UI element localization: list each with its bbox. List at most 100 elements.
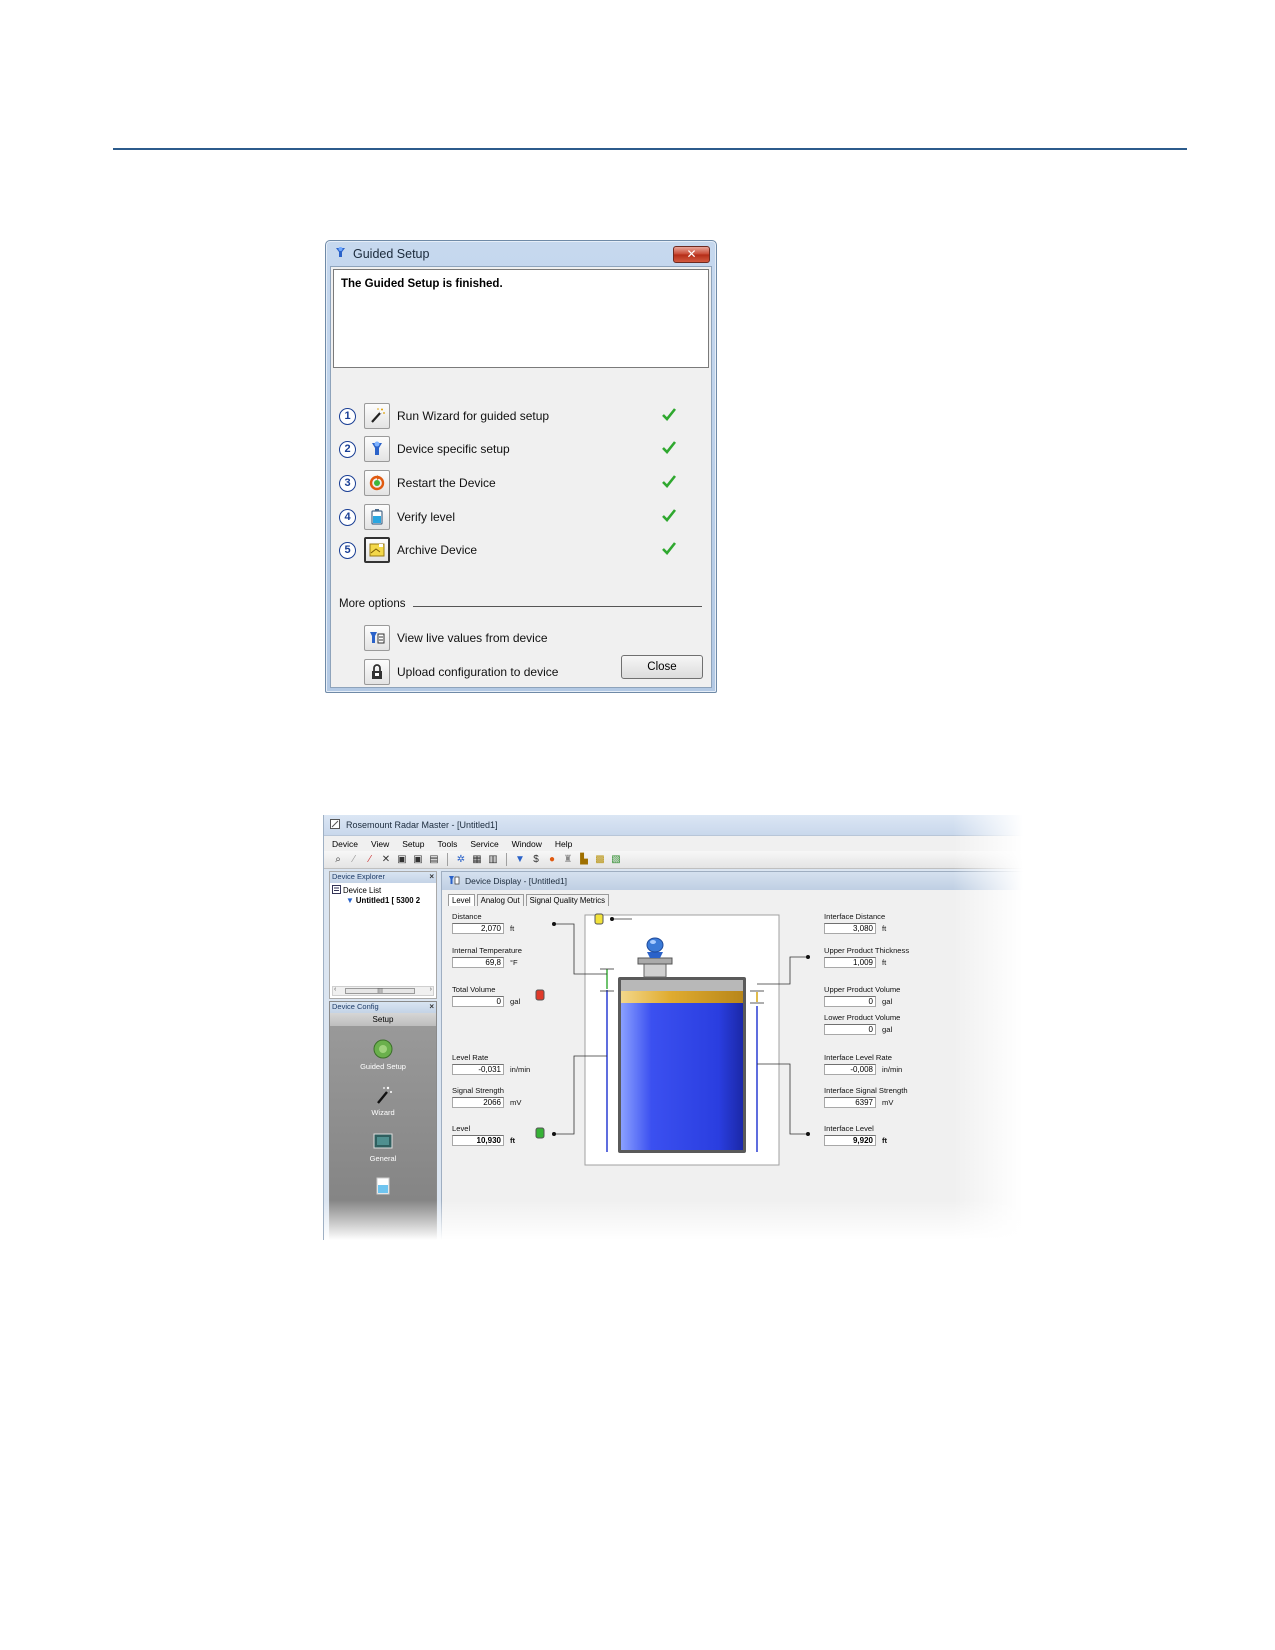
- window-titlebar[interactable]: Rosemount Radar Master - [Untitled1]: [324, 815, 1023, 835]
- wand-icon[interactable]: [364, 403, 390, 429]
- config-item-label: General: [369, 1154, 397, 1163]
- close-icon[interactable]: ×: [429, 872, 434, 881]
- step-run-wizard: 1 Run Wizard for guided setup: [339, 402, 699, 430]
- live-values-icon[interactable]: [364, 625, 390, 651]
- status-lamp-green: [535, 1127, 545, 1139]
- field-unit: mV: [882, 1098, 894, 1107]
- close-button[interactable]: Close: [621, 655, 703, 679]
- menu-window[interactable]: Window: [512, 839, 542, 849]
- tank-icon[interactable]: ♜: [562, 854, 574, 865]
- settings-icon[interactable]: ✲: [455, 854, 467, 865]
- menu-help[interactable]: Help: [555, 839, 572, 849]
- check-icon: [661, 406, 677, 425]
- horizontal-scrollbar[interactable]: ‹ III ›: [332, 986, 434, 996]
- level-rate-field: -0,031: [452, 1064, 504, 1075]
- step-label[interactable]: Restart the Device: [397, 476, 496, 490]
- dialog-titlebar[interactable]: Guided Setup: [330, 241, 712, 266]
- menu-service[interactable]: Service: [470, 839, 498, 849]
- restart-icon[interactable]: ●: [546, 854, 558, 865]
- scroll-left-icon[interactable]: ‹: [334, 986, 336, 993]
- device-display-panel: Device Display - [Untitled1] Level Analo…: [441, 871, 1023, 1240]
- field-label: Level Rate: [452, 1053, 489, 1062]
- chart-icon[interactable]: ▙: [578, 854, 590, 865]
- field-unit: °F: [510, 958, 518, 967]
- field-label: Interface Level: [824, 1124, 874, 1133]
- dialog-title: Guided Setup: [353, 246, 430, 261]
- toolbar-separator: [447, 853, 448, 866]
- option-label[interactable]: View live values from device: [397, 631, 548, 645]
- check-icon: [661, 439, 677, 458]
- option-view-live-values: View live values from device: [364, 624, 548, 652]
- wand-icon[interactable]: $: [530, 854, 542, 865]
- tank-icon: [376, 1177, 390, 1195]
- close-icon[interactable]: ×: [429, 1002, 434, 1011]
- total-volume-field: 0: [452, 996, 504, 1007]
- step-number: 3: [339, 474, 356, 492]
- display-icon[interactable]: ▦: [471, 854, 483, 865]
- delete-icon[interactable]: ✕: [380, 854, 392, 865]
- check-icon: [661, 540, 677, 559]
- dialog-body: The Guided Setup is finished. 1 Run Wiza…: [330, 266, 712, 688]
- tree-item-device-list[interactable]: Device List: [332, 885, 434, 896]
- network-icon[interactable]: ▤: [428, 854, 440, 865]
- config-item-tank[interactable]: [330, 1174, 436, 1198]
- config-item-wizard[interactable]: Wizard: [330, 1084, 436, 1117]
- window-title: Rosemount Radar Master - [Untitled1]: [346, 820, 498, 830]
- connector-dot: [806, 955, 810, 959]
- menu-device[interactable]: Device: [332, 839, 358, 849]
- option-upload-configuration: Upload configuration to device: [364, 658, 558, 686]
- step-label[interactable]: Device specific setup: [397, 442, 510, 456]
- step-device-setup: 2 Device specific setup: [339, 435, 699, 463]
- field-label: Total Volume: [452, 985, 496, 994]
- field-unit: mV: [510, 1098, 522, 1107]
- device-explorer-pane: Device Explorer × Device List ▼ Untitled…: [329, 871, 437, 999]
- step-label[interactable]: Archive Device: [397, 543, 477, 557]
- step-number: 5: [339, 541, 356, 559]
- connect-icon[interactable]: ⁄: [348, 854, 360, 865]
- close-icon[interactable]: ✕: [673, 246, 710, 263]
- field-label: Level: [452, 1124, 471, 1133]
- unlock-icon[interactable]: ▣: [412, 854, 424, 865]
- config-item-guided-setup[interactable]: Guided Setup: [330, 1038, 436, 1071]
- scroll-thumb[interactable]: III: [345, 988, 415, 995]
- pane-title: Device Explorer ×: [330, 872, 436, 883]
- app-icon: [330, 819, 340, 831]
- setup-tab[interactable]: Setup: [330, 1013, 436, 1026]
- table-icon[interactable]: ▥: [487, 854, 499, 865]
- config-item-general[interactable]: General: [330, 1130, 436, 1163]
- device-tree: Device List ▼ Untitled1 [ 5300 2: [330, 883, 436, 907]
- disconnect-icon[interactable]: ⁄: [364, 854, 376, 865]
- scroll-right-icon[interactable]: ›: [430, 986, 432, 993]
- radar-device-icon[interactable]: [364, 436, 390, 462]
- internal-temperature-field: 69,8: [452, 957, 504, 968]
- lock-icon[interactable]: ▣: [396, 854, 408, 865]
- search-icon[interactable]: ⌕: [332, 854, 344, 865]
- status-message: The Guided Setup is finished.: [333, 269, 709, 368]
- tank-nozzle: [643, 962, 667, 978]
- tank-icon[interactable]: [364, 504, 390, 530]
- restart-icon[interactable]: [364, 470, 390, 496]
- upload-lock-icon[interactable]: [364, 659, 390, 685]
- archive-icon[interactable]: [364, 537, 390, 563]
- report-icon[interactable]: ▧: [610, 854, 622, 865]
- archive-icon[interactable]: ▩: [594, 854, 606, 865]
- signal-strength-field: 2066: [452, 1097, 504, 1108]
- step-archive-device: 5 Archive Device: [339, 536, 699, 564]
- option-label[interactable]: Upload configuration to device: [397, 665, 558, 679]
- connector-dot: [806, 1132, 810, 1136]
- menu-setup[interactable]: Setup: [402, 839, 424, 849]
- menu-tools[interactable]: Tools: [437, 839, 457, 849]
- menu-bar: Device View Setup Tools Service Window H…: [324, 835, 1023, 851]
- upper-product-thickness-field: 1,009: [824, 957, 876, 968]
- config-item-label: Guided Setup: [360, 1062, 406, 1071]
- step-label[interactable]: Run Wizard for guided setup: [397, 409, 549, 423]
- transmitter-head: [646, 937, 664, 953]
- step-label[interactable]: Verify level: [397, 510, 455, 524]
- toolbar-separator: [506, 853, 507, 866]
- menu-view[interactable]: View: [371, 839, 389, 849]
- header-rule: [113, 148, 1187, 150]
- field-unit: gal: [510, 997, 521, 1006]
- radar-device-icon[interactable]: ▼: [514, 854, 526, 865]
- device-config-pane: Device Config × Setup Guided Setup Wizar…: [329, 1001, 437, 1240]
- tree-item-device[interactable]: ▼ Untitled1 [ 5300 2: [332, 896, 434, 905]
